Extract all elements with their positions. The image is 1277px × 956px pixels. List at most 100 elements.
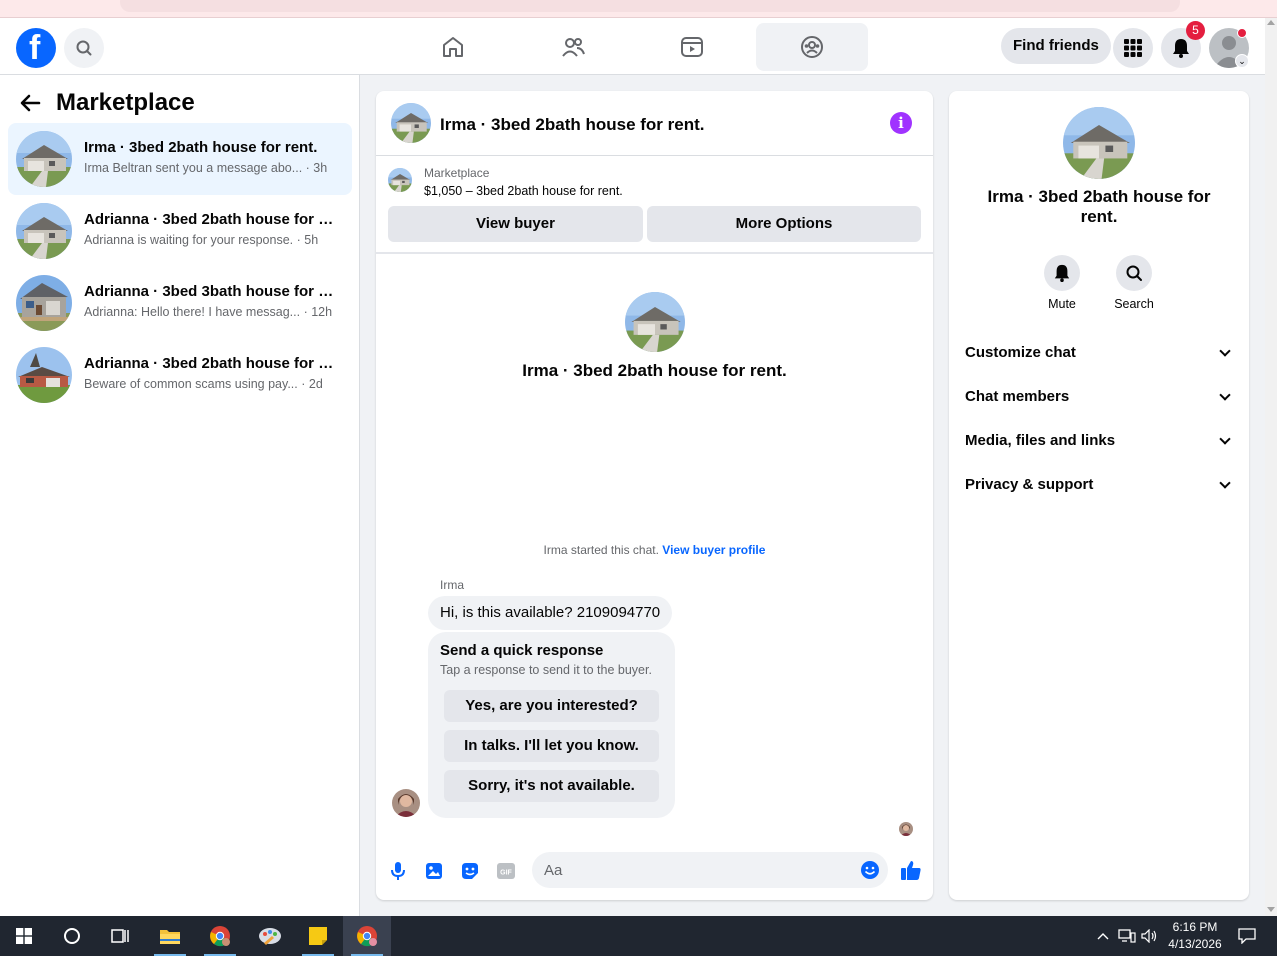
customize-chat-section[interactable]: Customize chat xyxy=(957,331,1241,375)
sticker-icon[interactable] xyxy=(459,860,481,882)
quick-reply-button[interactable]: Sorry, it's not available. xyxy=(444,770,659,802)
conversation-time: · 2d xyxy=(301,377,323,391)
windows-icon xyxy=(16,928,32,944)
friends-icon xyxy=(562,38,585,57)
back-arrow-icon[interactable] xyxy=(18,91,42,115)
browser-chrome xyxy=(0,0,1277,18)
emoji-icon[interactable] xyxy=(860,860,880,880)
show-hidden-icons-button[interactable] xyxy=(1094,916,1112,956)
listing-thumbnail xyxy=(16,203,72,259)
conversation-item[interactable]: Adrianna · 3bed 2bath house for r... Bew… xyxy=(8,339,352,411)
section-label: Customize chat xyxy=(965,344,1076,361)
volume-icon[interactable] xyxy=(1140,916,1160,956)
menu-button[interactable] xyxy=(1113,28,1153,68)
message-input[interactable] xyxy=(544,852,844,888)
search-taskbar-button[interactable] xyxy=(48,916,96,956)
conversation-preview: Beware of common scams using pay... xyxy=(84,377,298,391)
chat-members-section[interactable]: Chat members xyxy=(957,375,1241,419)
sticky-note-icon xyxy=(309,927,327,945)
svg-text:GIF: GIF xyxy=(500,870,512,877)
groups-icon xyxy=(801,36,823,58)
marketplace-label: Marketplace xyxy=(424,166,490,180)
conversation-item[interactable]: Adrianna · 3bed 3bath house for r... Adr… xyxy=(8,267,352,339)
mute-button[interactable]: Mute xyxy=(1032,255,1092,311)
quick-reply-button[interactable]: Yes, are you interested? xyxy=(444,690,659,722)
search-button[interactable] xyxy=(64,28,104,68)
microphone-icon[interactable] xyxy=(387,860,409,882)
sidebar-header: Marketplace xyxy=(18,89,195,117)
action-center-button[interactable] xyxy=(1232,916,1262,956)
quick-response-card: Send a quick response Tap a response to … xyxy=(428,632,675,818)
conversation-time: · 12h xyxy=(303,305,333,319)
system-clock[interactable]: 6:16 PM 4/13/2026 xyxy=(1160,919,1230,953)
network-icon[interactable] xyxy=(1116,916,1138,956)
tab-friends[interactable] xyxy=(517,23,629,71)
grid-menu-icon xyxy=(1124,39,1142,57)
marketplace-listing-bar: Marketplace $1,050 – 3bed 2bath house fo… xyxy=(376,156,933,254)
photo-icon[interactable] xyxy=(423,860,445,882)
message-bubble[interactable]: Hi, is this available? 2109094770 xyxy=(428,596,673,630)
listing-thumbnail[interactable] xyxy=(391,103,431,143)
more-options-button[interactable]: More Options xyxy=(647,206,921,242)
media-files-links-section[interactable]: Media, files and links xyxy=(957,419,1241,463)
chrome-icon xyxy=(357,926,377,947)
chrome-active-button[interactable] xyxy=(343,916,391,956)
search-conversation-button[interactable]: Search xyxy=(1104,255,1164,311)
gif-icon[interactable]: GIF xyxy=(495,860,517,882)
listing-price[interactable]: $1,050 – 3bed 2bath house for rent. xyxy=(424,184,623,198)
conversation-time: · 3h xyxy=(305,161,328,175)
mute-label: Mute xyxy=(1048,297,1076,311)
like-icon[interactable] xyxy=(899,858,923,882)
tab-groups[interactable] xyxy=(756,23,868,71)
tab-home[interactable] xyxy=(397,23,509,71)
scroll-down-arrow-icon[interactable] xyxy=(1267,907,1275,912)
task-view-icon xyxy=(111,929,129,943)
chrome-icon xyxy=(210,926,230,947)
chevron-down-icon xyxy=(1219,433,1231,445)
conversation-item[interactable]: Irma · 3bed 2bath house for rent. Irma B… xyxy=(8,123,352,195)
listing-thumbnail xyxy=(388,168,412,192)
tab-video[interactable] xyxy=(636,23,748,71)
sticky-notes-button[interactable] xyxy=(294,916,342,956)
details-title: Irma · 3bed 2bath house for rent. xyxy=(987,187,1211,226)
listing-thumbnail xyxy=(16,131,72,187)
chevron-up-icon xyxy=(1097,933,1109,940)
chat-center-title: Irma · 3bed 2bath house for rent. xyxy=(522,361,787,380)
view-buyer-profile-link[interactable]: View buyer profile xyxy=(662,543,765,557)
view-buyer-button[interactable]: View buyer xyxy=(388,206,643,242)
conversation-time: · 5h xyxy=(296,233,319,247)
chevron-down-icon xyxy=(1219,477,1231,489)
start-button[interactable] xyxy=(0,916,48,956)
quick-reply-button[interactable]: In talks. I'll let you know. xyxy=(444,730,659,762)
sidebar-title: Marketplace xyxy=(56,89,195,116)
clock-time: 6:16 PM xyxy=(1172,920,1218,934)
chevron-down-icon xyxy=(1219,389,1231,401)
clock-date: 4/13/2026 xyxy=(1168,937,1222,951)
address-bar[interactable] xyxy=(120,0,1180,12)
conversation-item[interactable]: Adrianna · 3bed 2bath house for r... Adr… xyxy=(8,195,352,267)
sender-name: Irma xyxy=(440,578,464,592)
chat-title[interactable]: Irma · 3bed 2bath house for rent. xyxy=(440,115,705,135)
section-label: Chat members xyxy=(965,388,1070,405)
bell-icon xyxy=(1054,264,1070,282)
privacy-support-section[interactable]: Privacy & support xyxy=(957,463,1241,507)
task-view-button[interactable] xyxy=(96,916,144,956)
conversation-title: Adrianna · 3bed 3bath house for r... xyxy=(84,283,334,300)
folder-icon xyxy=(160,930,180,944)
message-input-wrapper xyxy=(532,852,888,888)
file-explorer-button[interactable] xyxy=(146,916,194,956)
scroll-up-arrow-icon[interactable] xyxy=(1267,20,1275,25)
sender-avatar[interactable] xyxy=(392,789,420,817)
page-scrollbar[interactable] xyxy=(1265,18,1277,916)
conversation-preview: Adrianna is waiting for your response. xyxy=(84,233,294,247)
facebook-logo[interactable] xyxy=(16,28,56,68)
listing-photo[interactable] xyxy=(1063,107,1135,179)
find-friends-button[interactable]: Find friends xyxy=(1001,28,1111,64)
info-icon[interactable]: i xyxy=(890,112,912,134)
chevron-down-icon[interactable]: ⌄ xyxy=(1235,54,1249,68)
paint-app-button[interactable] xyxy=(246,916,294,956)
profile-alert-dot xyxy=(1237,28,1247,38)
chat-details-panel: Irma · 3bed 2bath house for rent. Mute S… xyxy=(949,91,1249,900)
message-composer: GIF xyxy=(376,851,933,891)
chrome-profile-button[interactable] xyxy=(196,916,244,956)
